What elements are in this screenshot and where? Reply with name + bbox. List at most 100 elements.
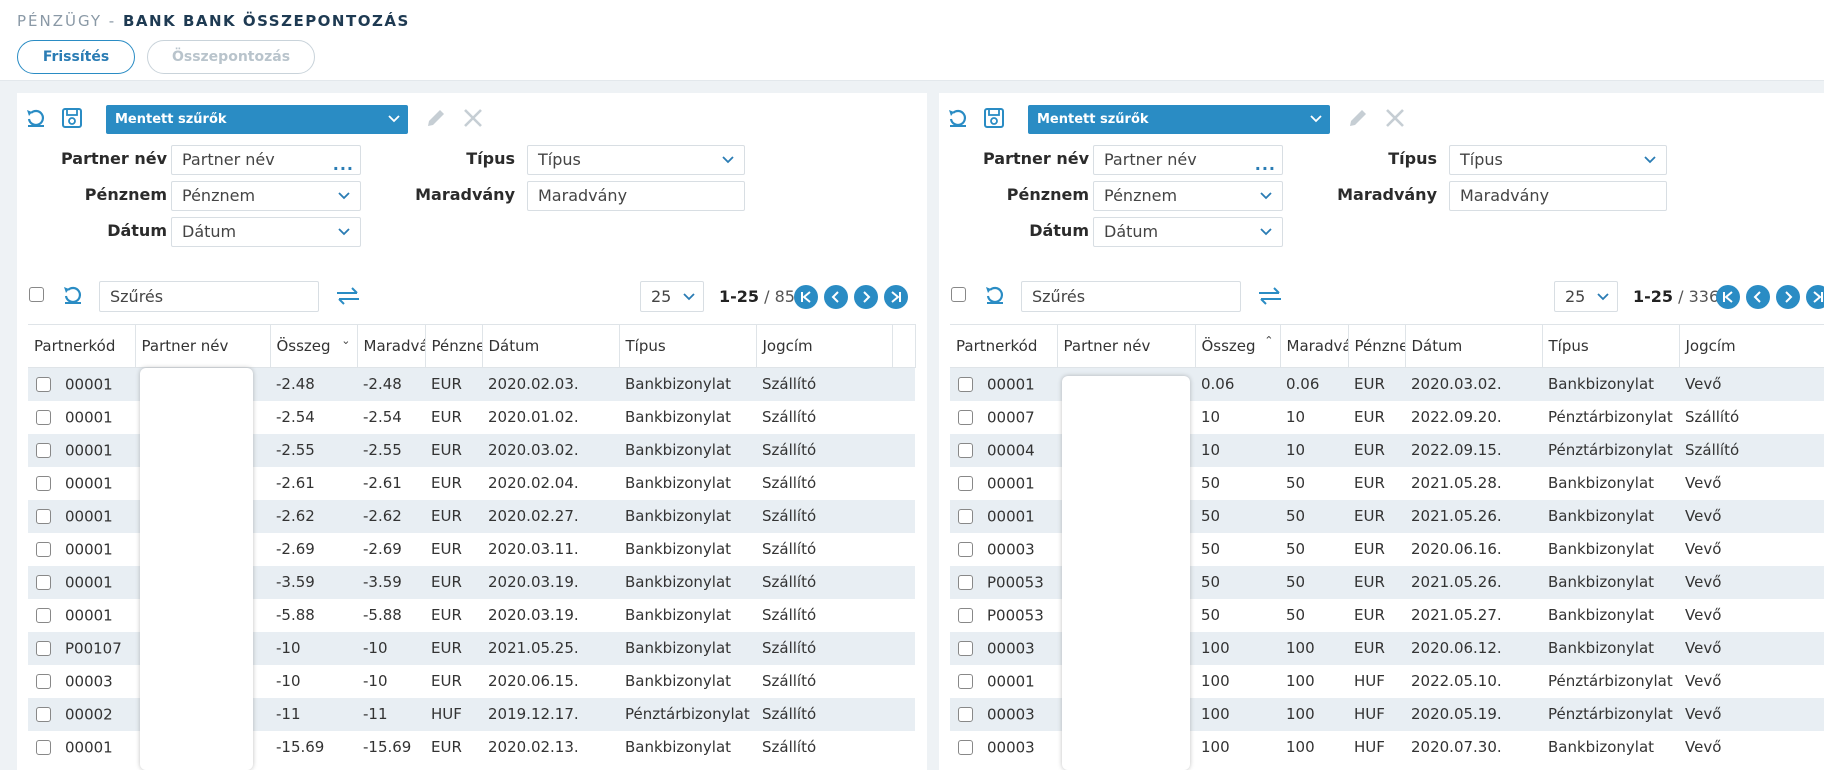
column-header[interactable]: Dátum: [482, 324, 620, 368]
partner-code-cell: 00001: [28, 730, 135, 764]
row-checkbox[interactable]: [958, 409, 973, 425]
table-cell: 2020.02.13.: [482, 730, 619, 764]
partner-name-field[interactable]: Partner név ...: [171, 145, 361, 175]
table-cell: EUR: [1348, 631, 1405, 665]
table-cell: EUR: [425, 598, 482, 632]
partner-code-cell: 00002: [28, 697, 135, 731]
row-checkbox[interactable]: [36, 607, 51, 623]
row-checkbox[interactable]: [958, 673, 973, 689]
column-header[interactable]: Típus: [1542, 324, 1680, 368]
partner-code-cell: 00003: [950, 631, 1057, 665]
column-header[interactable]: Összeg ⌄: [270, 324, 358, 368]
row-checkbox[interactable]: [958, 706, 973, 722]
page-title: PÉNZÜGY - BANK BANK ÖSSZEPONTOZÁS: [17, 12, 410, 30]
date-select[interactable]: Dátum: [171, 217, 361, 247]
table-cell: 2020.07.30.: [1405, 730, 1542, 764]
page-size-select[interactable]: 25: [1554, 281, 1618, 312]
refresh-button[interactable]: Frissítés: [17, 40, 135, 74]
column-header[interactable]: Maradvány: [357, 324, 426, 368]
table-cell: Vevő: [1679, 730, 1824, 764]
row-checkbox[interactable]: [36, 377, 51, 392]
column-header[interactable]: Partner név: [1057, 324, 1196, 368]
row-checkbox[interactable]: [958, 508, 973, 524]
row-checkbox[interactable]: [36, 541, 51, 557]
table-cell: Pénztárbizonylat: [1542, 433, 1679, 467]
column-header[interactable]: Partnerkód: [28, 324, 136, 368]
table-cell-spacer: [892, 400, 915, 434]
reset-filters-icon[interactable]: [23, 105, 49, 131]
table-cell: 50: [1195, 598, 1280, 632]
row-checkbox[interactable]: [958, 739, 973, 755]
row-checkbox[interactable]: [958, 640, 973, 656]
currency-select[interactable]: Pénznem: [171, 181, 361, 211]
partner-name-label: Partner név: [60, 149, 167, 168]
row-checkbox[interactable]: [958, 442, 973, 458]
column-header[interactable]: Partner név: [135, 324, 271, 368]
last-page-icon[interactable]: [1806, 285, 1824, 309]
remainder-field[interactable]: Maradvány: [1449, 181, 1667, 211]
select-all-checkbox[interactable]: [951, 287, 966, 302]
row-checkbox[interactable]: [36, 508, 51, 524]
table-cell: 2021.05.27.: [1405, 598, 1542, 632]
reset-filters-icon[interactable]: [945, 105, 971, 131]
saved-filters-dropdown[interactable]: Mentett szűrők: [106, 105, 408, 134]
search-input[interactable]: Szűrés: [1021, 281, 1241, 312]
partner-name-field[interactable]: Partner név ...: [1093, 145, 1283, 175]
partner-code-cell: 00003: [950, 730, 1057, 764]
row-checkbox[interactable]: [36, 442, 51, 458]
saved-filters-dropdown[interactable]: Mentett szűrők: [1028, 105, 1330, 134]
row-checkbox[interactable]: [36, 409, 51, 425]
search-input[interactable]: Szűrés: [99, 281, 319, 312]
row-checkbox[interactable]: [36, 673, 51, 689]
page-size-select[interactable]: 25: [640, 281, 704, 312]
save-icon[interactable]: [59, 105, 85, 131]
last-page-icon[interactable]: [884, 285, 908, 309]
row-checkbox[interactable]: [958, 541, 973, 557]
type-select[interactable]: Típus: [1449, 145, 1667, 175]
row-checkbox[interactable]: [36, 706, 51, 722]
column-header[interactable]: Pénznem: [1348, 324, 1406, 368]
prev-page-icon[interactable]: [824, 285, 848, 309]
column-header[interactable]: Jogcím: [1679, 324, 1824, 368]
prev-page-icon[interactable]: [1746, 285, 1770, 309]
row-checkbox[interactable]: [958, 574, 973, 590]
currency-select[interactable]: Pénznem: [1093, 181, 1283, 211]
first-page-icon[interactable]: [794, 285, 818, 309]
refresh-icon[interactable]: [60, 282, 86, 308]
remainder-field[interactable]: Maradvány: [527, 181, 745, 211]
column-header[interactable]: Dátum: [1405, 324, 1543, 368]
row-checkbox[interactable]: [36, 739, 51, 755]
row-checkbox[interactable]: [36, 574, 51, 590]
more-icon[interactable]: ...: [333, 151, 354, 179]
column-header[interactable]: Partnerkód: [950, 324, 1058, 368]
column-header[interactable]: Típus: [619, 324, 757, 368]
row-checkbox[interactable]: [958, 377, 973, 392]
date-select[interactable]: Dátum: [1093, 217, 1283, 247]
swap-icon[interactable]: [335, 283, 361, 309]
first-page-icon[interactable]: [1716, 285, 1740, 309]
refresh-icon[interactable]: [982, 282, 1008, 308]
type-select[interactable]: Típus: [527, 145, 745, 175]
column-header[interactable]: Maradvány: [1280, 324, 1349, 368]
redaction-overlay: [1062, 376, 1190, 770]
more-icon[interactable]: ...: [1255, 151, 1276, 179]
column-header[interactable]: Jogcím: [756, 324, 893, 368]
table-cell: Bankbizonylat: [1542, 532, 1679, 566]
row-checkbox[interactable]: [36, 640, 51, 656]
next-page-icon[interactable]: [854, 285, 878, 309]
table-cell: 100: [1280, 697, 1348, 731]
row-checkbox[interactable]: [958, 475, 973, 491]
cell-text: 00001: [65, 375, 113, 394]
swap-icon[interactable]: [1257, 283, 1283, 309]
partner-code-cell: 00007: [950, 400, 1057, 434]
row-checkbox[interactable]: [958, 607, 973, 623]
next-page-icon[interactable]: [1776, 285, 1800, 309]
column-header[interactable]: Pénznem: [425, 324, 483, 368]
table-cell: 2020.02.03.: [482, 367, 619, 401]
save-icon[interactable]: [981, 105, 1007, 131]
column-header[interactable]: Összeg ⌃: [1195, 324, 1281, 368]
cell-text: P00107: [65, 639, 122, 658]
row-checkbox[interactable]: [36, 475, 51, 491]
table-header-row: Partnerkód Partner név Összeg⌃ Maradvány…: [950, 324, 1824, 368]
select-all-checkbox[interactable]: [29, 287, 44, 302]
